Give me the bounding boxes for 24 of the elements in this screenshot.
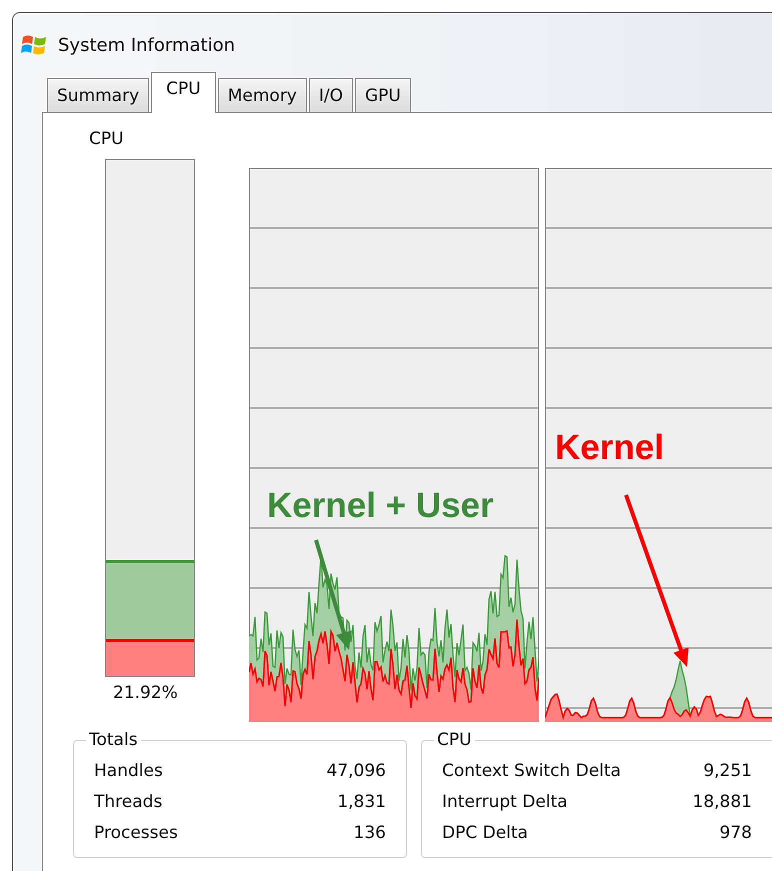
window-title: System Information — [58, 34, 236, 56]
stat-value: 136 — [354, 822, 386, 845]
stat-value: 978 — [720, 822, 752, 845]
tab[interactable]: GPU — [355, 78, 411, 112]
tab[interactable]: Summary — [47, 78, 150, 112]
meter-label: CPU — [89, 129, 125, 149]
annotation-label: Kernel + User — [267, 486, 494, 526]
stat-label: Handles — [94, 760, 163, 783]
stat-value: 47,096 — [326, 760, 386, 783]
stat-label: Context Switch Delta — [442, 760, 621, 783]
tab[interactable]: I/O — [308, 78, 353, 112]
group-title: Totals — [88, 730, 139, 750]
stat-label: Processes — [94, 822, 178, 845]
stat-value: 9,251 — [703, 760, 752, 783]
stat-label: DPC Delta — [442, 822, 528, 845]
stat-value: 18,881 — [692, 791, 752, 814]
annotation-label: Kernel — [555, 428, 664, 468]
tab[interactable]: CPU — [151, 72, 216, 113]
tab[interactable]: Memory — [218, 78, 307, 112]
stat-label: Interrupt Delta — [442, 791, 568, 814]
stat-label: Threads — [94, 791, 162, 814]
stat-value: 1,831 — [337, 791, 386, 814]
group-title: CPU — [436, 730, 473, 750]
meter-reading: 21.92% — [113, 683, 179, 703]
